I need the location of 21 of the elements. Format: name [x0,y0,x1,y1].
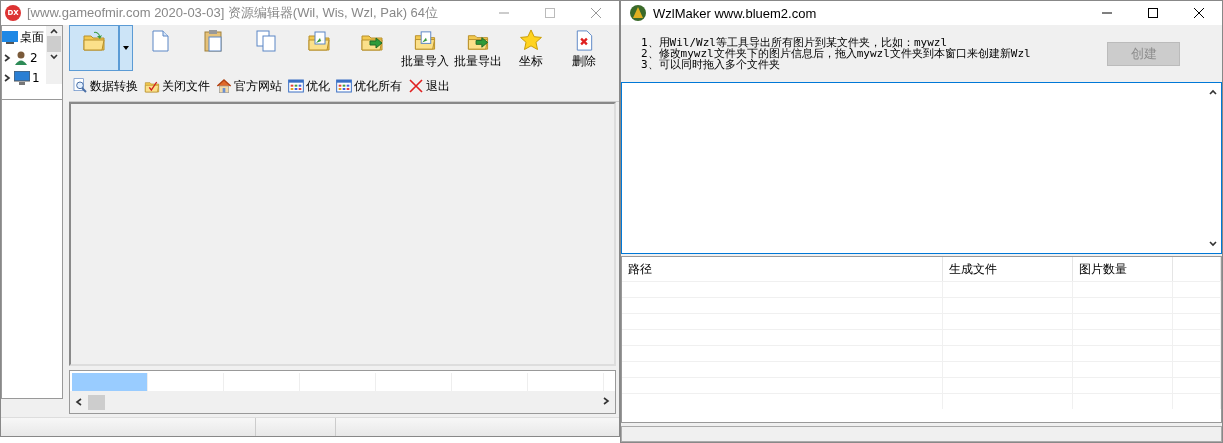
instruction-text: 3、可以同时拖入多个文件夹 [641,59,780,70]
window-title: [www.gameofmir.com 2020-03-03] 资源编辑器(Wil, Wis, Wzl, Pak) 64位 [27,4,439,22]
toolbar-button[interactable]: 官方网站 [213,77,285,95]
tree-item[interactable]: 2 [30,50,38,65]
tree-item[interactable]: 桌面 [20,29,44,46]
window-title: WzlMaker www.bluem2.com [653,5,817,21]
toolbar-button[interactable]: 坐标 [504,25,557,71]
toolbar-button[interactable]: 批量导出 [451,25,504,71]
column-header[interactable]: 图片数量 [1073,257,1174,281]
column-header[interactable]: 生成文件 [942,257,1074,281]
column-header[interactable]: 路径 [622,257,943,281]
toolbar-button[interactable]: 批量导入 [398,25,451,71]
toolbar-button[interactable]: 关闭文件 [141,77,213,95]
tree-item[interactable]: 1 [32,70,40,85]
toolbar-button[interactable]: 优化 [285,77,333,95]
toolbar-button[interactable]: 优化所有 [333,77,405,95]
instruction-text: 2、修改mywzl文件夹下的图片信息后，拖入mywzl文件夹到本窗口来创建新Wzl [641,48,1031,59]
toolbar-button[interactable]: 删除 [557,25,610,71]
toolbar-button[interactable]: 数据转换 [69,77,141,95]
instruction-text: 1、用Wil/Wzl等工具导出所有图片到某文件夹，比如：mywzl [641,37,948,48]
toolbar-button[interactable]: 退出 [405,77,453,95]
